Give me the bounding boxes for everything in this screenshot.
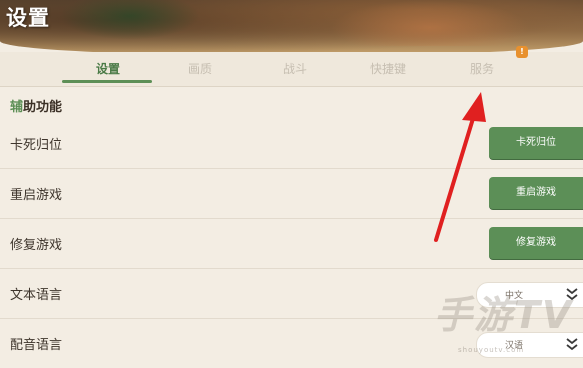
restart-game-button[interactable]: 重启游戏 (489, 177, 583, 209)
page-title: 设置 (6, 6, 50, 30)
section-title: 辅助功能 (10, 96, 62, 115)
setting-row-repair: 修复游戏 修复游戏 (0, 218, 583, 269)
tab-service[interactable]: 服务 (467, 60, 497, 84)
section-title-rest: 助功能 (23, 100, 63, 115)
watermark-url: shouyoutv.com (458, 346, 525, 354)
setting-label: 重启游戏 (10, 188, 63, 203)
banner-scenery (60, 0, 200, 40)
setting-label: 修复游戏 (10, 238, 63, 253)
section-title-highlight: 辅 (10, 100, 24, 115)
unstuck-button[interactable]: 卡死归位 (489, 127, 583, 159)
setting-row-restart: 重启游戏 重启游戏 (0, 168, 583, 219)
setting-label: 文本语言 (10, 288, 63, 303)
banner-scenery-rocks (330, 0, 530, 46)
active-tab-indicator (62, 80, 152, 83)
tab-combat[interactable]: 战斗 (280, 60, 310, 84)
setting-label: 卡死归位 (10, 138, 63, 153)
tab-shortcuts[interactable]: 快捷键 (366, 60, 410, 84)
tab-graphics[interactable]: 画质 (185, 60, 215, 84)
repair-game-button[interactable]: 修复游戏 (489, 227, 583, 259)
watermark-logo: 手游TV (434, 293, 574, 337)
setting-row-unstuck: 卡死归位 卡死归位 (0, 118, 583, 169)
header-banner (0, 0, 583, 56)
setting-label: 配音语言 (10, 338, 63, 353)
notification-badge: ! (516, 46, 528, 58)
